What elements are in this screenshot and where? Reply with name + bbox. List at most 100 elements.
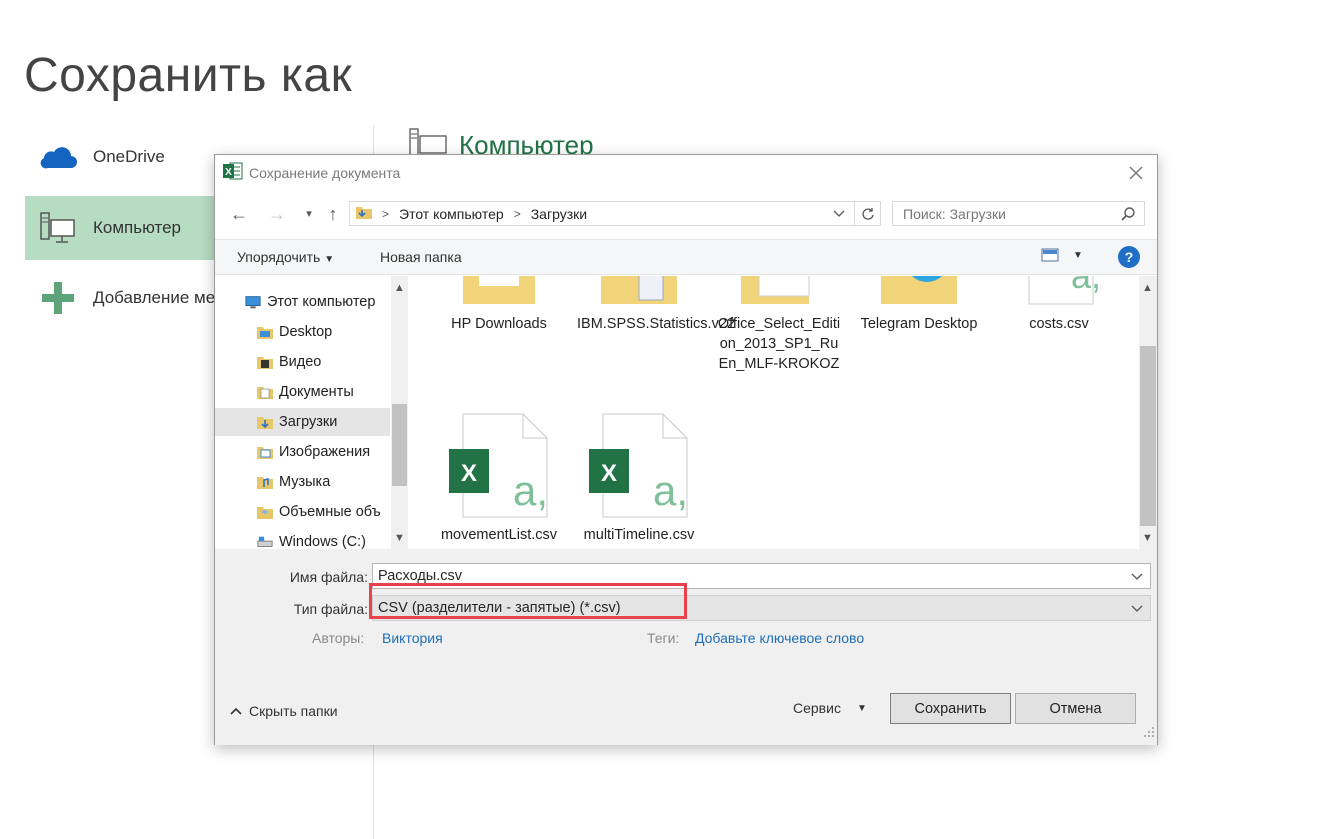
file-item-csv[interactable]: a, costs.csv [997, 276, 1121, 334]
crumb-separator-icon: > [513, 206, 521, 221]
tree-item-desktop[interactable]: Desktop [215, 318, 390, 346]
tree-item-downloads[interactable]: Загрузки [215, 408, 390, 436]
save-dialog: X Сохранение документа ← → ▾ ↑ > Этот ко… [214, 154, 1158, 745]
crumb-separator-icon: > [382, 206, 390, 221]
downloads-folder-icon [257, 414, 273, 430]
scroll-up-icon[interactable]: ▲ [391, 282, 408, 294]
address-bar[interactable]: > Этот компьютер > Загрузки [349, 201, 855, 226]
scroll-thumb[interactable] [1140, 346, 1156, 526]
file-item-folder[interactable]: Telegram Desktop [857, 276, 981, 334]
search-placeholder: Поиск: Загрузки [903, 205, 1006, 222]
close-button[interactable] [1127, 164, 1145, 182]
new-folder-button[interactable]: Новая папка [380, 249, 462, 265]
excel-icon: X [223, 162, 243, 185]
tree-label: Объемные объ [279, 504, 381, 520]
documents-folder-icon [257, 384, 273, 400]
nav-computer[interactable]: Компьютер [25, 196, 225, 260]
tree-item-video[interactable]: Видео [215, 348, 390, 376]
address-row: ← → ▾ ↑ > Этот компьютер > Загрузки Поис… [215, 197, 1157, 229]
organize-label: Упорядочить [237, 249, 321, 265]
nav-add-place[interactable]: Добавление ме [25, 266, 225, 330]
service-menu[interactable]: Сервис ▼ [793, 700, 867, 716]
file-item-folder[interactable]: HP Downloads [437, 276, 561, 334]
view-options-button[interactable]: ▼ [1041, 248, 1083, 262]
svg-text:X: X [601, 460, 617, 487]
tree-label: Музыка [279, 474, 331, 490]
organize-menu[interactable]: Упорядочить ▼ [237, 249, 334, 265]
nav-scrollbar[interactable]: ▲ ▼ [391, 276, 408, 549]
authors-label: Авторы: [312, 630, 365, 646]
file-label: IBM.SPSS.Statistics.v22 [577, 316, 735, 332]
save-button[interactable]: Сохранить [890, 693, 1011, 724]
up-arrow-icon[interactable]: ↑ [323, 204, 343, 225]
page-title: Сохранить как [24, 49, 353, 102]
svg-text:a,: a, [1071, 276, 1099, 296]
cloud-icon [33, 144, 83, 170]
scroll-up-icon[interactable]: ▲ [1139, 282, 1156, 294]
nav-add-label: Добавление ме [93, 288, 216, 307]
svg-text:X: X [461, 460, 477, 487]
svg-text:a,: a, [653, 467, 688, 514]
svg-text:a,: a, [513, 467, 548, 514]
file-scrollbar[interactable]: ▲ ▼ [1139, 276, 1157, 549]
music-folder-icon [257, 474, 273, 490]
tree-item-documents[interactable]: Документы [215, 378, 390, 406]
crumb-this-pc[interactable]: Этот компьютер [399, 206, 504, 222]
tree-label: Desktop [279, 324, 333, 340]
csv-file-icon: a, [1028, 276, 1101, 305]
tree-item-pictures[interactable]: Изображения [215, 438, 390, 466]
file-label: movementList.csv [440, 527, 558, 543]
file-item-folder[interactable]: ORKENT Office_Select_Edition_2013_SP1_Ru… [717, 276, 841, 374]
chevron-down-icon[interactable] [1130, 569, 1144, 587]
nav-computer-label: Компьютер [93, 218, 181, 237]
file-item-csv[interactable]: Xa, movementList.csv [437, 413, 561, 545]
tree-item-3d-objects[interactable]: Объемные объ [215, 498, 390, 526]
search-input[interactable]: Поиск: Загрузки [892, 201, 1145, 226]
folder-icon [601, 276, 677, 304]
help-button[interactable]: ? [1118, 246, 1140, 268]
chevron-down-icon: ▼ [856, 702, 867, 714]
chevron-down-icon: ▼ [1073, 249, 1083, 261]
tags-value[interactable]: Добавьте ключевое слово [695, 630, 864, 646]
csv-file-icon: Xa, [589, 413, 688, 518]
file-item-csv[interactable]: Xa, multiTimeline.csv [577, 413, 701, 545]
folder-icon [881, 276, 957, 304]
back-arrow-icon[interactable]: ← [229, 204, 249, 225]
file-label: HP Downloads [451, 316, 547, 332]
nav-onedrive-label: OneDrive [93, 147, 165, 166]
toolbar: Упорядочить ▼ Новая папка ▼ ? [215, 239, 1157, 275]
resize-grip-icon[interactable] [1143, 725, 1155, 743]
file-label: Telegram Desktop [860, 316, 978, 332]
scroll-down-icon[interactable]: ▼ [1139, 532, 1156, 544]
nav-onedrive[interactable]: OneDrive [25, 125, 225, 189]
tree-label: Документы [279, 384, 354, 400]
cancel-button[interactable]: Отмена [1015, 693, 1136, 724]
chevron-down-icon[interactable] [832, 206, 846, 223]
pictures-folder-icon [257, 444, 273, 460]
recent-chevron-icon[interactable]: ▾ [299, 207, 319, 220]
svg-text:X: X [225, 167, 232, 178]
close-icon [1129, 166, 1143, 180]
folder-icon [257, 324, 273, 340]
file-item-folder[interactable]: IBM.SPSS.Statistics.v22 [577, 276, 735, 334]
forward-arrow-icon[interactable]: → [267, 204, 287, 225]
downloads-folder-icon [356, 205, 372, 222]
service-label: Сервис [793, 700, 841, 716]
tree-item-this-pc[interactable]: Этот компьютер [215, 288, 390, 316]
crumb-downloads[interactable]: Загрузки [531, 206, 587, 222]
plus-icon [33, 281, 83, 315]
refresh-button[interactable] [855, 201, 881, 226]
authors-value[interactable]: Виктория [382, 630, 443, 646]
scroll-thumb[interactable] [392, 404, 407, 486]
dialog-bottom-panel: Имя файла: Расходы.csv Тип файла: CSV (р… [215, 549, 1157, 745]
chevron-up-icon [230, 707, 242, 715]
3d-objects-folder-icon [257, 504, 273, 520]
dialog-title: Сохранение документа [249, 165, 401, 181]
tree-item-drive-c[interactable]: Windows (C:) [215, 528, 390, 549]
scroll-down-icon[interactable]: ▼ [391, 532, 408, 544]
tree-label: Видео [279, 354, 322, 370]
file-pane: HP Downloads IBM.SPSS.Statistics.v22 ORK… [419, 276, 1139, 549]
chevron-down-icon[interactable] [1130, 601, 1144, 619]
hide-folders-button[interactable]: Скрыть папки [229, 703, 338, 719]
tree-item-music[interactable]: Музыка [215, 468, 390, 496]
